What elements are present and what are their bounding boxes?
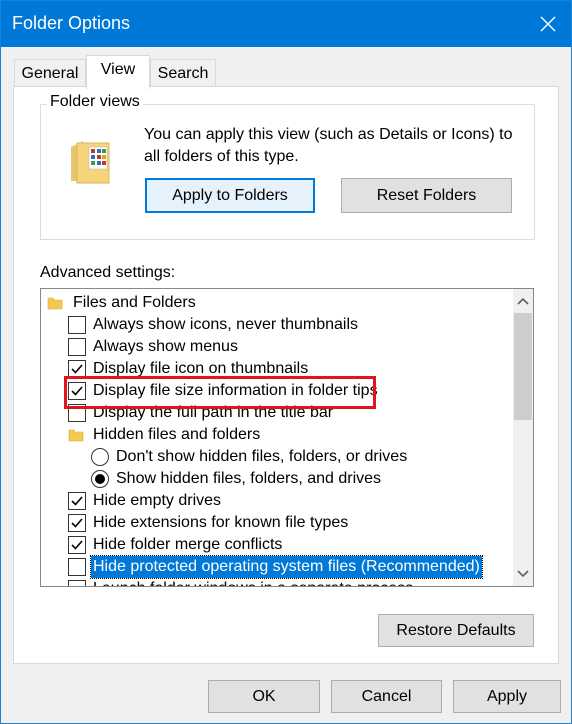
setting-label: Always show icons, never thumbnails [93,316,359,333]
setting-label-selected: Hide protected operating system files (R… [90,555,483,579]
restore-defaults-button[interactable]: Restore Defaults [378,614,534,647]
folder-icon [68,429,84,442]
tree-scrollbar[interactable] [513,289,533,586]
cancel-label: Cancel [361,687,412,705]
folder-views-label: Folder views [47,93,143,111]
chevron-down-icon [517,570,529,578]
radio-label: Show hidden files, folders, and drives [116,470,382,487]
reset-folders-button[interactable]: Reset Folders [341,178,512,213]
setting-hide-extensions[interactable]: Hide extensions for known file types [68,512,350,534]
checkbox[interactable] [68,404,86,422]
apply-to-folders-label: Apply to Folders [172,186,288,204]
checkmark-icon [71,386,83,396]
view-tab-panel: Folder views You can apply this view (su… [13,86,559,664]
tab-general[interactable]: General [14,59,86,89]
advanced-settings-label: Advanced settings: [40,264,176,281]
ok-label: OK [252,687,276,705]
radio-dont-show-hidden[interactable]: Don't show hidden files, folders, or dri… [91,446,409,468]
checkbox-checked[interactable] [68,360,86,378]
setting-label: Display file icon on thumbnails [93,360,309,377]
checkmark-icon [71,540,83,550]
tree-item-files-and-folders[interactable]: Files and Folders [47,292,198,314]
checkmark-icon [71,496,83,506]
tab-search[interactable]: Search [150,59,216,89]
checkbox-checked[interactable] [68,536,86,554]
advanced-settings-tree[interactable]: Files and Folders Always show icons, nev… [40,288,534,587]
folder-icon [47,297,63,310]
scroll-down-button[interactable] [513,563,533,585]
setting-label: Display the full path in the title bar [93,404,334,421]
scrollbar-thumb[interactable] [514,313,532,420]
setting-always-show-menus[interactable]: Always show menus [68,336,240,358]
setting-display-file-size-info[interactable]: Display file size information in folder … [68,380,380,402]
checkmark-icon [71,518,83,528]
close-button[interactable] [525,1,571,47]
tree-item-label: Hidden files and folders [93,426,261,443]
checkmark-icon [71,364,83,374]
scroll-up-button[interactable] [513,290,533,312]
tab-view-label: View [100,61,136,78]
radio-button-selected[interactable] [91,470,109,488]
radio-button[interactable] [91,448,109,466]
setting-label: Hide empty drives [93,492,222,509]
title-bar[interactable]: Folder Options [1,1,571,47]
setting-hide-protected-os-files[interactable]: Hide protected operating system files (R… [68,555,483,579]
window-title: Folder Options [12,13,131,33]
setting-label: Display file size information in folder … [93,382,378,399]
checkbox[interactable] [68,558,86,576]
restore-defaults-label: Restore Defaults [396,621,516,639]
setting-label: Launch folder windows in a separate proc… [91,578,415,586]
radio-dot [95,474,105,484]
folder-views-description: You can apply this view (such as Details… [144,126,513,165]
cancel-button[interactable]: Cancel [331,680,442,713]
tree-item-label: Files and Folders [73,294,196,311]
apply-button[interactable]: Apply [453,680,561,713]
checkbox[interactable] [68,580,86,586]
radio-show-hidden[interactable]: Show hidden files, folders, and drives [91,468,383,490]
setting-display-file-icon-thumbnails[interactable]: Display file icon on thumbnails [68,358,310,380]
setting-label: Always show menus [93,338,238,355]
folder-view-icon [71,141,110,184]
setting-hide-empty-drives[interactable]: Hide empty drives [68,490,223,512]
ok-button[interactable]: OK [208,680,320,713]
apply-to-folders-button[interactable]: Apply to Folders [145,178,315,213]
setting-display-full-path[interactable]: Display the full path in the title bar [68,402,335,424]
close-icon [540,16,556,32]
reset-folders-label: Reset Folders [376,186,477,204]
tab-view[interactable]: View [86,55,150,89]
setting-label: Hide folder merge conflicts [93,536,283,553]
setting-label: Hide extensions for known file types [93,514,349,531]
folder-options-dialog: Folder Options General View Search Folde… [0,0,572,724]
setting-hide-folder-merge-conflicts[interactable]: Hide folder merge conflicts [68,534,284,556]
tab-search-label: Search [157,65,209,82]
chevron-up-icon [517,297,529,305]
checkbox[interactable] [68,338,86,356]
checkbox-checked[interactable] [68,382,86,400]
checkbox-checked[interactable] [68,514,86,532]
apply-label: Apply [486,687,528,705]
tree-item-hidden-files-and-folders[interactable]: Hidden files and folders [68,424,262,446]
radio-label: Don't show hidden files, folders, or dri… [116,448,408,465]
folder-views-group: Folder views You can apply this view (su… [40,93,535,240]
tab-general-label: General [21,65,79,82]
setting-always-show-icons[interactable]: Always show icons, never thumbnails [68,314,360,336]
setting-launch-separate-process[interactable]: Launch folder windows in a separate proc… [68,578,415,586]
checkbox[interactable] [68,316,86,334]
checkbox-checked[interactable] [68,492,86,510]
